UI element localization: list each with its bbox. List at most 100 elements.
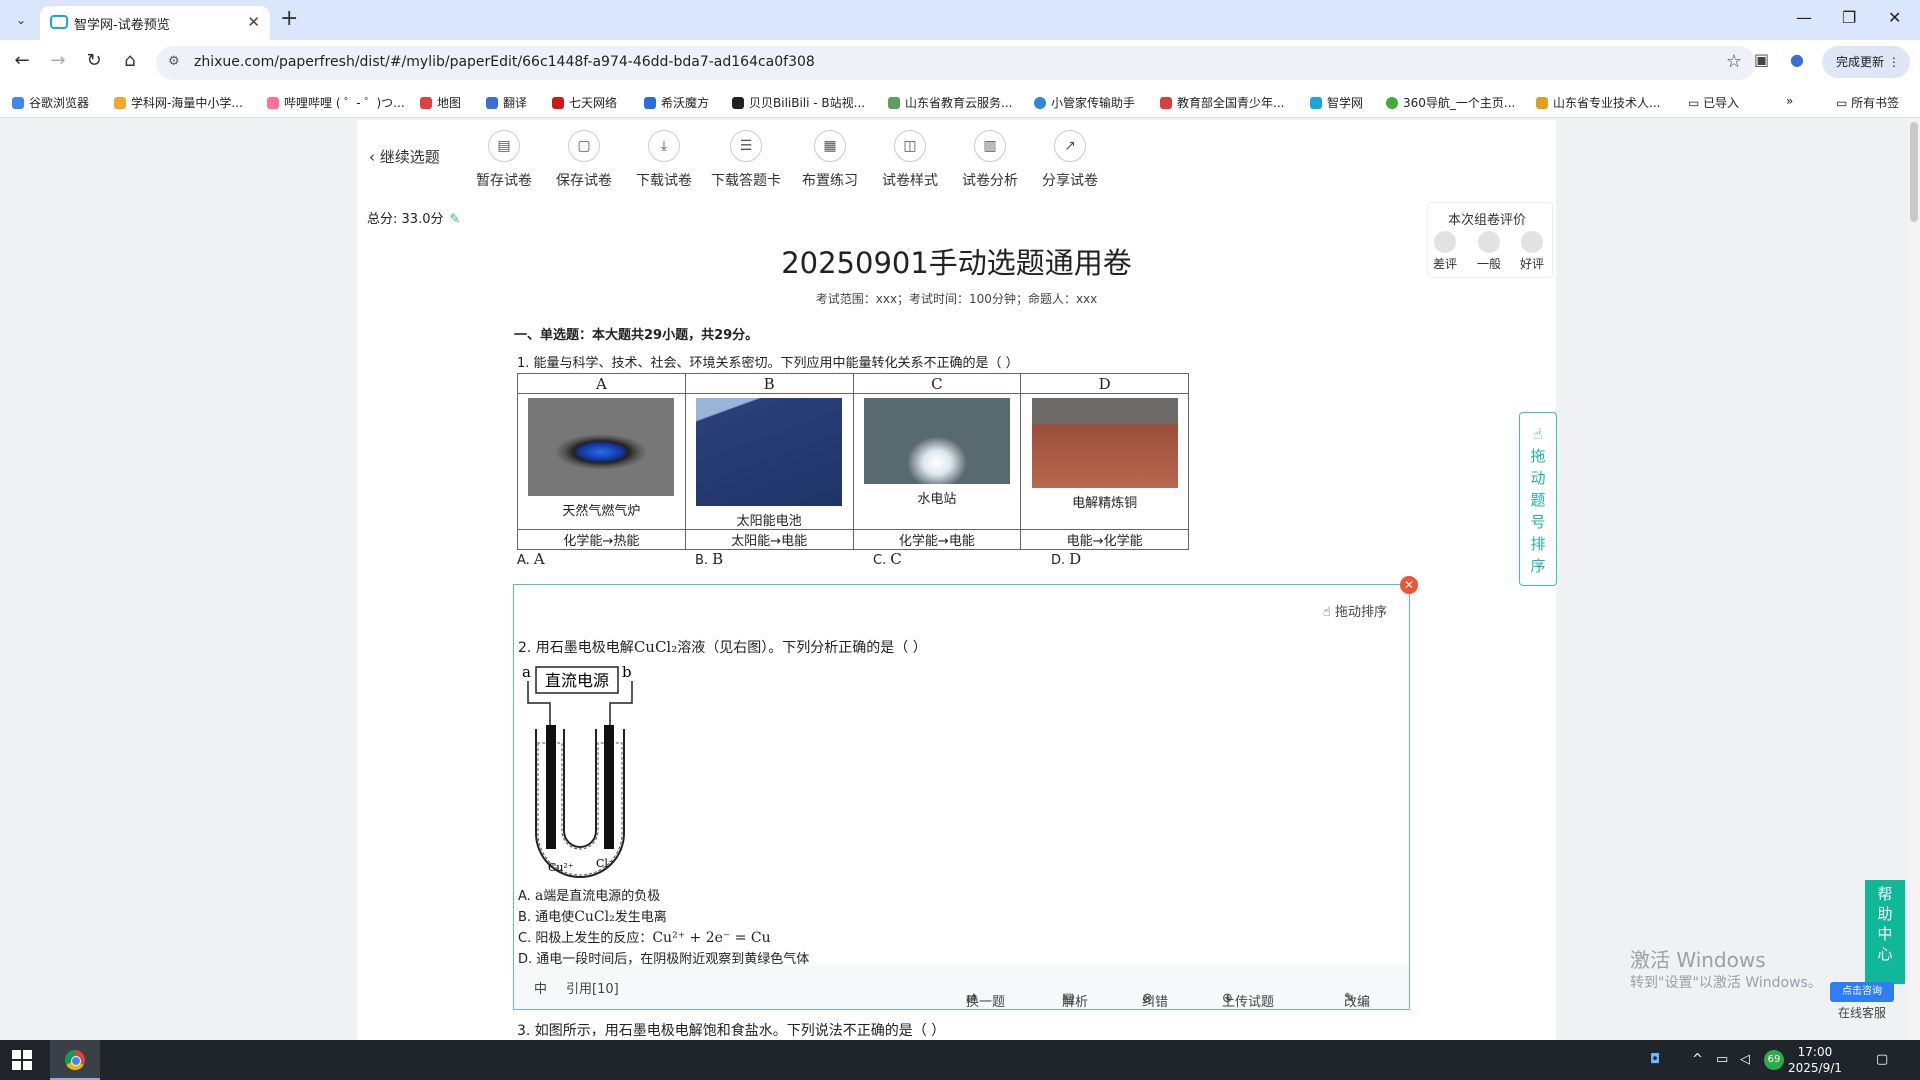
question-1-stem: 1. 能量与科学、技术、社会、环境关系密切。下列应用中能量转化关系不正确的是（ … — [517, 356, 1019, 371]
update-label: 完成更新 — [1836, 55, 1885, 69]
bookmark-folder[interactable]: ▭ 已导入 — [1688, 94, 1739, 111]
question-2-card[interactable]: ✕ ☝ 拖动排序 2. 用石墨电极电解CuCl₂溶液（见右图）。下列分析正确的是… — [513, 576, 1418, 1010]
online-service-label[interactable]: 在线客服 — [1838, 1004, 1886, 1021]
tray-overflow-icon[interactable]: ^ — [1692, 1052, 1703, 1067]
svg-text:b: b — [622, 663, 632, 681]
q2-choice-a[interactable]: A. a端是直流电源的负极 — [518, 885, 660, 904]
drag-sort-numbers-button[interactable]: ☝ 拖动题号排序 — [1519, 412, 1557, 586]
drag-hand-icon: ☝ — [1322, 605, 1335, 620]
bookmark-item[interactable]: 教育部全国青少年... — [1160, 94, 1284, 111]
reload-icon[interactable]: ↻ — [82, 50, 106, 71]
zhixue-favicon-icon — [50, 15, 68, 29]
paper-style-button[interactable]: ◫ 试卷样式 — [865, 130, 955, 190]
consult-button[interactable]: 点击咨询 — [1830, 982, 1894, 1002]
drag-sort-button[interactable]: ☝ 拖动排序 — [1323, 601, 1387, 620]
network-icon[interactable]: ▭ — [1716, 1052, 1728, 1067]
more-bookmarks-icon[interactable]: » — [1786, 94, 1793, 108]
bookmark-item[interactable]: 七天网络 — [552, 94, 617, 111]
bookmark-item[interactable]: 哔哩哔哩 ( ゜- ゜)つ... — [267, 94, 405, 111]
tab-close-icon[interactable]: ✕ — [247, 13, 260, 31]
url-text[interactable]: zhixue.com/paperfresh/dist/#/mylib/paper… — [194, 54, 815, 70]
bookmark-item[interactable]: 学科网-海量中小学... — [114, 94, 243, 111]
paper-info[interactable]: 考试范围：xxx；考试时间：100分钟；命题人：xxx — [357, 290, 1556, 307]
page-scrollbar[interactable] — [1908, 118, 1920, 1040]
scrollbar-thumb[interactable] — [1910, 122, 1918, 222]
download-paper-button[interactable]: ⤓ 下载试卷 — [619, 130, 709, 190]
bookmark-item[interactable]: 360导航_一个主页... — [1386, 94, 1515, 111]
security-badge-icon[interactable]: 69 — [1764, 1050, 1784, 1070]
remove-question-icon[interactable]: ✕ — [1400, 576, 1418, 594]
save-paper-button[interactable]: ▢ 保存试卷 — [539, 130, 629, 190]
all-bookmarks[interactable]: ▭ 所有书签 — [1836, 94, 1899, 111]
bookmark-item[interactable]: 小管家传输助手 — [1034, 94, 1135, 111]
qq-tray-icon[interactable]: ◘ — [1650, 1052, 1660, 1067]
paper-analysis-button[interactable]: ▥ 试卷分析 — [945, 130, 1035, 190]
q1-option-c[interactable]: C. C — [873, 550, 902, 568]
paper-title[interactable]: 20250901手动选题通用卷 — [357, 240, 1556, 282]
forward-arrow-icon[interactable]: → — [46, 50, 70, 71]
back-arrow-icon[interactable]: ← — [10, 50, 34, 71]
notification-icon[interactable]: ▢ — [1876, 1052, 1888, 1067]
tab-search-button[interactable]: ⌄ — [10, 9, 32, 31]
share-paper-button[interactable]: ↗ 分享试卷 — [1025, 130, 1115, 190]
window-close-icon[interactable]: ✕ — [1888, 8, 1901, 27]
copper-refining-image — [1031, 398, 1178, 488]
question-2-footer: 中 引用[10] ⇄ 换一题 ▤ 解析 ⊗ 纠错 ⊕ 上传试题 ✎ 改编 — [514, 965, 1409, 1010]
bookmark-item[interactable]: 希沃魔方 — [644, 94, 709, 111]
bookmark-item[interactable]: 地图 — [420, 94, 461, 111]
question-3-stem: 3. 如图所示，用石墨电极电解饱和食盐水。下列说法不正确的是（ ） — [517, 1023, 946, 1039]
bookmark-item[interactable]: 山东省专业技术人... — [1536, 94, 1660, 111]
volume-icon[interactable]: ◁ — [1740, 1052, 1750, 1067]
q2-choice-b[interactable]: B. 通电使CuCl₂发生电离 — [518, 906, 667, 925]
assign-practice-button[interactable]: ▦ 布置练习 — [785, 130, 875, 190]
svg-text:Cu²⁺: Cu²⁺ — [548, 861, 574, 874]
windows-activation-watermark: 激活 Windows — [1630, 948, 1766, 972]
question-2-stem: 2. 用石墨电极电解CuCl₂溶液（见右图）。下列分析正确的是（ ） — [518, 638, 927, 656]
home-icon[interactable]: ⌂ — [118, 50, 142, 71]
active-tab[interactable]: 智学网-试卷预览 ✕ — [40, 6, 270, 40]
help-center-button[interactable]: 帮助中心 — [1865, 880, 1905, 984]
new-tab-button[interactable]: + — [280, 6, 298, 31]
answer-card-icon: ☰ — [730, 130, 762, 162]
hydropower-dam-image — [863, 398, 1010, 484]
browser-tab-strip: ⌄ 智学网-试卷预览 ✕ + — ❐ ✕ — [0, 0, 1920, 40]
tab-title: 智学网-试卷预览 — [74, 18, 170, 33]
bookmark-item[interactable]: 谷歌浏览器 — [12, 94, 89, 111]
profile-icon[interactable]: ● — [1790, 50, 1804, 69]
restore-icon[interactable]: ❐ — [1842, 8, 1856, 27]
svg-text:直流电源: 直流电源 — [545, 671, 609, 690]
continue-select-button[interactable]: ‹ 继续选题 — [369, 146, 440, 167]
temp-save-button[interactable]: ▤ 暂存试卷 — [459, 130, 549, 190]
browser-toolbar: ← → ↻ ⌂ ⚙ zhixue.com/paperfresh/dist/#/m… — [0, 40, 1920, 86]
system-clock[interactable]: 17:00 2025/9/1 — [1788, 1044, 1842, 1076]
site-info-icon[interactable]: ⚙ — [168, 54, 180, 69]
q1-option-d[interactable]: D. D — [1051, 550, 1081, 568]
bookmark-item[interactable]: 智学网 — [1310, 94, 1363, 111]
q2-choice-c[interactable]: C. 阳极上发生的反应：Cu²⁺ + 2e⁻ = Cu — [518, 927, 771, 946]
q1-option-a[interactable]: A. A — [517, 550, 545, 568]
q1-option-b[interactable]: B. B — [695, 550, 723, 568]
temp-save-icon: ▤ — [488, 130, 520, 162]
edit-score-icon[interactable]: ✎ — [449, 212, 460, 227]
chrome-taskbar-icon[interactable] — [50, 1040, 100, 1080]
update-button[interactable]: 完成更新 ⋮ — [1822, 46, 1910, 78]
style-icon: ◫ — [894, 130, 926, 162]
continue-select-label: 继续选题 — [379, 148, 440, 166]
minimize-icon[interactable]: — — [1796, 8, 1812, 27]
save-icon: ▢ — [568, 130, 600, 162]
download-answer-card-button[interactable]: ☰ 下载答题卡 — [701, 130, 791, 190]
question-1-table: ABCD 天然气燃气炉 太阳能电池 水电站 电解精炼铜 化学能→热能 太阳能→电能… — [517, 373, 1189, 550]
windows-start-icon[interactable] — [12, 1050, 32, 1070]
section-heading: 一、单选题：本大题共29小题，共29分。 — [514, 328, 759, 343]
bookmark-item[interactable]: 翻译 — [486, 94, 527, 111]
bookmark-item[interactable]: 山东省教育云服务... — [888, 94, 1012, 111]
cite-count: 引用[10] — [566, 982, 619, 997]
address-bar[interactable]: ⚙ zhixue.com/paperfresh/dist/#/mylib/pap… — [156, 46, 1756, 80]
side-panel-icon[interactable]: ▣ — [1754, 50, 1769, 69]
folder-icon: ▭ — [1836, 96, 1852, 110]
bookmark-item[interactable]: 贝贝BiliBili - B站视... — [732, 94, 865, 111]
practice-icon: ▦ — [814, 130, 846, 162]
bookmark-star-icon[interactable]: ☆ — [1726, 51, 1742, 72]
svg-text:a: a — [522, 663, 531, 681]
gas-stove-image — [528, 398, 675, 496]
